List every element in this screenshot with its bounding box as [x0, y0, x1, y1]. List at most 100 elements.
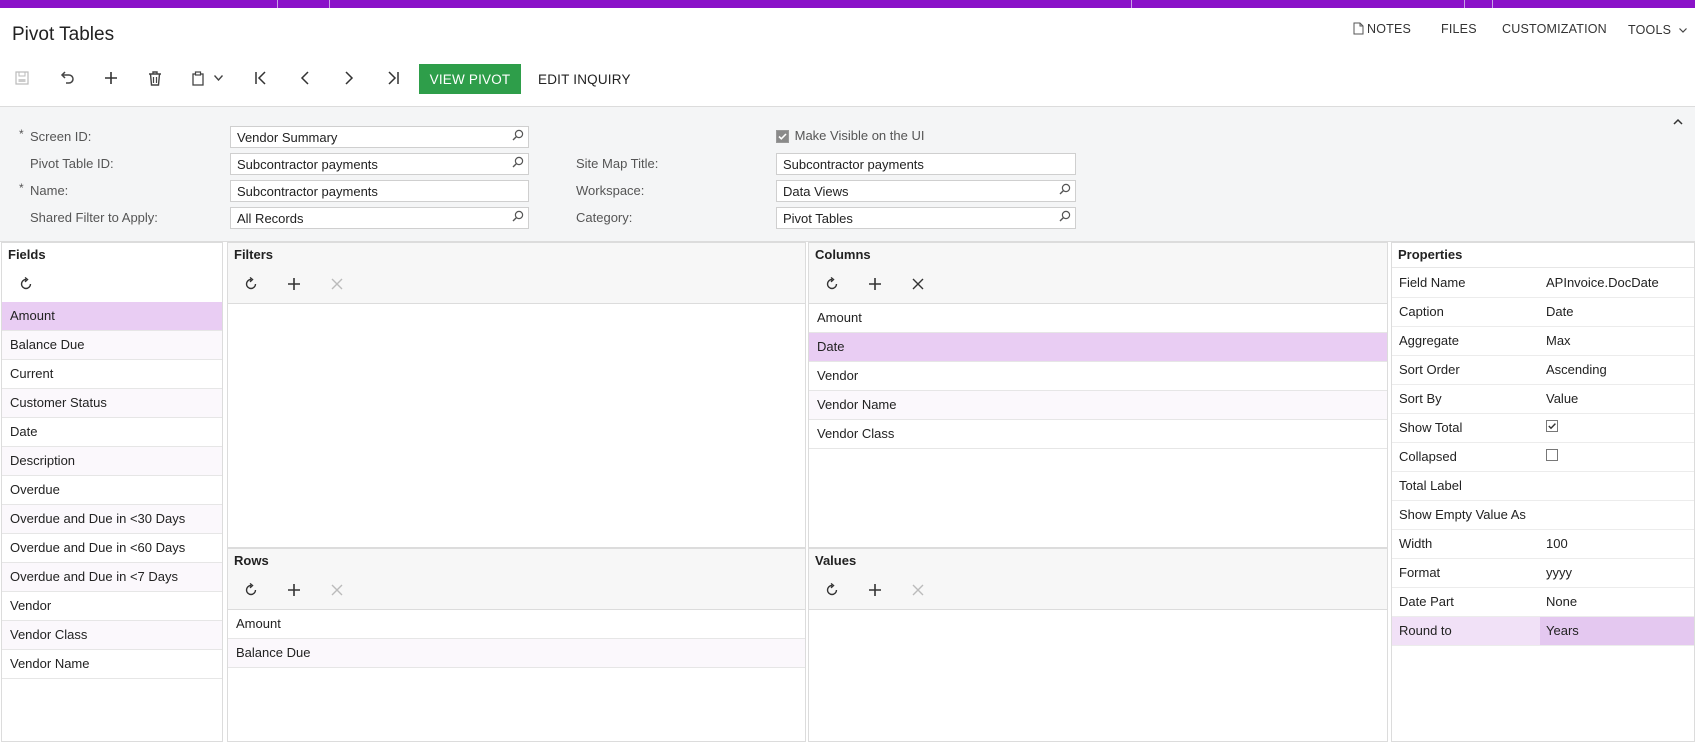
undo-icon[interactable]: [55, 66, 79, 90]
files-button[interactable]: FILES: [1441, 22, 1477, 36]
property-value[interactable]: None: [1546, 594, 1577, 609]
property-key: Format: [1399, 565, 1441, 580]
property-row[interactable]: Sort By Value: [1392, 385, 1694, 414]
category-field[interactable]: Pivot Tables: [776, 207, 1076, 229]
add-icon[interactable]: [99, 66, 123, 90]
shared-filter-field[interactable]: All Records: [230, 207, 529, 229]
search-icon[interactable]: [1059, 183, 1071, 198]
search-icon[interactable]: [512, 156, 524, 171]
property-key: Date Part: [1399, 594, 1454, 609]
property-value[interactable]: Years: [1546, 623, 1579, 638]
list-item[interactable]: Vendor: [2, 592, 222, 621]
list-item[interactable]: Current: [2, 360, 222, 389]
list-item[interactable]: Overdue and Due in <60 Days: [2, 534, 222, 563]
list-item[interactable]: Vendor Name: [809, 391, 1387, 420]
property-value[interactable]: 100: [1546, 536, 1568, 551]
list-item[interactable]: Amount: [809, 304, 1387, 333]
add-icon[interactable]: [864, 273, 886, 295]
property-row[interactable]: Date Part None: [1392, 588, 1694, 617]
list-item[interactable]: Description: [2, 447, 222, 476]
property-key: Total Label: [1399, 478, 1462, 493]
checkbox-unchecked-icon[interactable]: [1546, 449, 1558, 464]
refresh-icon[interactable]: [821, 579, 843, 601]
property-row[interactable]: Show Empty Value As: [1392, 501, 1694, 530]
list-item[interactable]: Balance Due: [228, 639, 805, 668]
refresh-icon[interactable]: [240, 273, 262, 295]
values-title: Values: [809, 549, 1387, 610]
property-key: Show Empty Value As: [1399, 507, 1526, 522]
remove-icon[interactable]: [326, 579, 348, 601]
workspace-label: Workspace:: [576, 183, 645, 198]
property-value[interactable]: APInvoice.DocDate: [1546, 275, 1659, 290]
list-item[interactable]: Customer Status: [2, 389, 222, 418]
property-row[interactable]: Sort Order Ascending: [1392, 356, 1694, 385]
list-item[interactable]: Vendor Class: [809, 420, 1387, 449]
add-icon[interactable]: [283, 579, 305, 601]
property-value[interactable]: yyyy: [1546, 565, 1572, 580]
refresh-icon[interactable]: [240, 579, 262, 601]
fields-panel: Fields Amount Balance Due Current Customer …: [1, 242, 223, 742]
list-item[interactable]: Amount: [2, 302, 222, 331]
category-value: Pivot Tables: [783, 211, 853, 226]
property-row[interactable]: Caption Date: [1392, 298, 1694, 327]
make-visible-checkbox[interactable]: Make Visible on the UI: [776, 128, 924, 144]
site-map-title-field[interactable]: Subcontractor payments: [776, 153, 1076, 175]
screen-id-field[interactable]: Vendor Summary: [230, 126, 529, 148]
clipboard-icon[interactable]: [186, 66, 210, 90]
property-key: Width: [1399, 536, 1433, 551]
properties-panel: Properties Field Name APInvoice.DocDate Ca…: [1391, 242, 1695, 742]
search-icon[interactable]: [1059, 210, 1071, 225]
tools-button[interactable]: TOOLS: [1628, 22, 1687, 37]
property-row[interactable]: Show Total: [1392, 414, 1694, 443]
chevron-down-icon[interactable]: [211, 66, 225, 90]
search-icon[interactable]: [512, 129, 524, 144]
property-key: Collapsed: [1399, 449, 1457, 464]
list-item[interactable]: Overdue and Due in <30 Days: [2, 505, 222, 534]
property-row[interactable]: Total Label: [1392, 472, 1694, 501]
list-item[interactable]: Amount: [228, 610, 805, 639]
checkbox-checked-icon[interactable]: [1546, 420, 1558, 435]
customization-button[interactable]: CUSTOMIZATION: [1502, 22, 1607, 36]
collapse-chevron-up-icon[interactable]: [1673, 113, 1683, 128]
list-item[interactable]: Vendor Name: [2, 650, 222, 679]
property-row[interactable]: Round to Years: [1392, 617, 1694, 646]
notes-button[interactable]: NOTES: [1353, 22, 1411, 38]
workspace-field[interactable]: Data Views: [776, 180, 1076, 202]
view-pivot-button[interactable]: VIEW PIVOT: [419, 64, 521, 94]
list-item[interactable]: Vendor Class: [2, 621, 222, 650]
refresh-icon[interactable]: [15, 273, 37, 295]
list-item[interactable]: Vendor: [809, 362, 1387, 391]
save-icon[interactable]: [10, 66, 34, 90]
first-record-icon[interactable]: [249, 66, 273, 90]
list-item[interactable]: Overdue: [2, 476, 222, 505]
delete-icon[interactable]: [143, 66, 167, 90]
previous-record-icon[interactable]: [293, 66, 317, 90]
last-record-icon[interactable]: [381, 66, 405, 90]
property-row[interactable]: Field Name APInvoice.DocDate: [1392, 269, 1694, 298]
edit-inquiry-button[interactable]: EDIT INQUIRY: [538, 64, 631, 94]
add-icon[interactable]: [283, 273, 305, 295]
list-item[interactable]: Date: [2, 418, 222, 447]
property-value[interactable]: Date: [1546, 304, 1573, 319]
property-row[interactable]: Aggregate Max: [1392, 327, 1694, 356]
remove-icon[interactable]: [907, 273, 929, 295]
list-item[interactable]: Overdue and Due in <7 Days: [2, 563, 222, 592]
refresh-icon[interactable]: [821, 273, 843, 295]
list-item[interactable]: Balance Due: [2, 331, 222, 360]
property-row[interactable]: Width 100: [1392, 530, 1694, 559]
remove-icon[interactable]: [907, 579, 929, 601]
pivot-table-id-field[interactable]: Subcontractor payments: [230, 153, 529, 175]
name-field[interactable]: Subcontractor payments: [230, 180, 529, 202]
property-row[interactable]: Collapsed: [1392, 443, 1694, 472]
add-icon[interactable]: [864, 579, 886, 601]
required-marker: *: [19, 181, 24, 195]
search-icon[interactable]: [512, 210, 524, 225]
filters-title: Filters: [228, 243, 805, 304]
property-row[interactable]: Format yyyy: [1392, 559, 1694, 588]
next-record-icon[interactable]: [337, 66, 361, 90]
list-item[interactable]: Date: [809, 333, 1387, 362]
property-value[interactable]: Ascending: [1546, 362, 1607, 377]
remove-icon[interactable]: [326, 273, 348, 295]
property-value[interactable]: Value: [1546, 391, 1578, 406]
property-value[interactable]: Max: [1546, 333, 1571, 348]
